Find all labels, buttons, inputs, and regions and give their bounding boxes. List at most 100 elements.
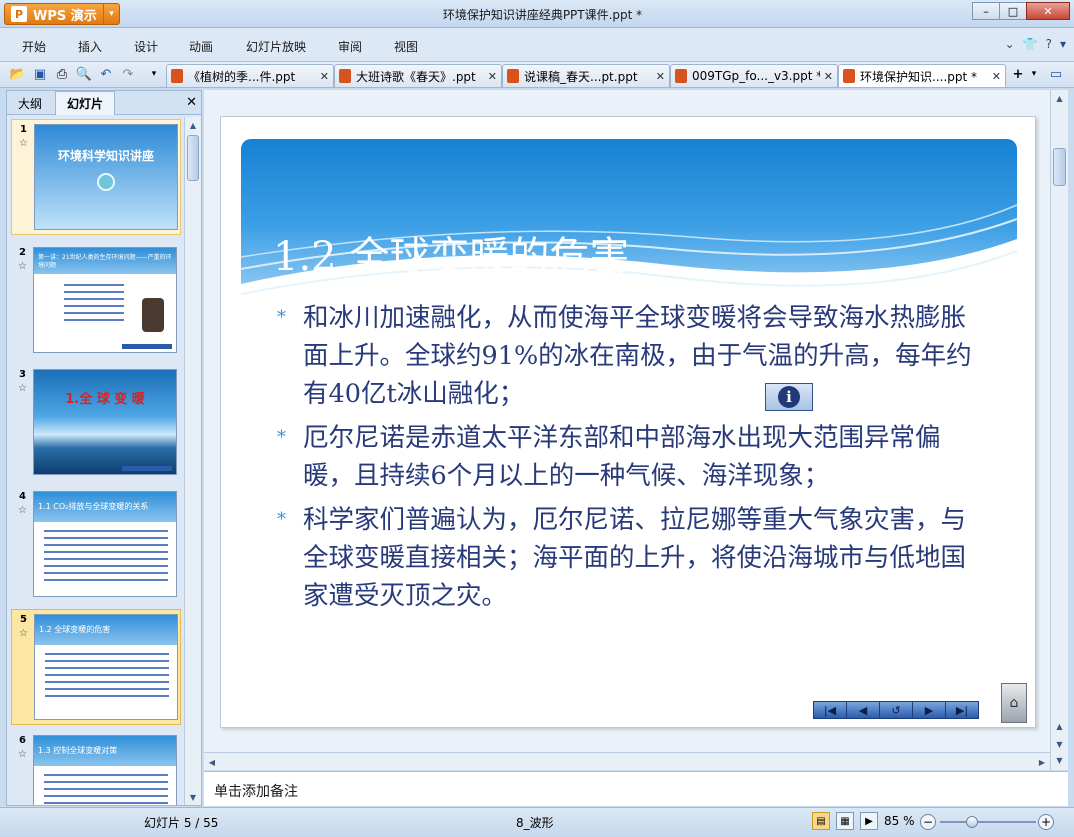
skin-icon[interactable]: 👕 — [1023, 37, 1038, 51]
new-tab-icon[interactable]: + — [1010, 66, 1026, 82]
menu-review[interactable]: 审阅 — [338, 38, 362, 55]
return-icon[interactable]: ↺ — [879, 701, 913, 719]
normal-view-icon[interactable]: ▤ — [812, 812, 830, 830]
slide-preview-nav — [122, 466, 172, 471]
animation-star-icon: ☆ — [18, 505, 27, 516]
next-slide-icon[interactable]: ▶ — [912, 701, 946, 719]
tab-outline[interactable]: 大纲 — [7, 91, 53, 115]
slide-preview-lines — [44, 530, 168, 586]
slide-sorter-icon[interactable]: ▦ — [836, 812, 854, 830]
slide-thumb-6[interactable]: 6 ☆ 1.3 控制全球变暖对策 — [11, 731, 181, 805]
zoom-in-icon[interactable]: + — [1038, 814, 1054, 830]
slide-preview-lines — [44, 774, 168, 805]
horizontal-scrollbar[interactable]: ◀ ▶ — [204, 752, 1050, 770]
collapse-ribbon-icon[interactable]: ⌄ — [1005, 37, 1015, 51]
slide-number: 6 — [19, 735, 26, 746]
info-button[interactable]: i — [765, 383, 813, 411]
slide-canvas: 1.2 全球变暖的危害 * 和冰川加速融化，从而使海平全球变暖将会导致海水热膨胀… — [204, 90, 1050, 770]
slide[interactable]: 1.2 全球变暖的危害 * 和冰川加速融化，从而使海平全球变暖将会导致海水热膨胀… — [220, 116, 1036, 728]
minimize-button[interactable]: – — [972, 2, 1000, 20]
slide-preview-title: 第一讲：21世纪人类的生存环境问题——严重的环境问题 — [38, 254, 172, 269]
window-layout-icon[interactable]: ▭ — [1048, 66, 1064, 82]
doc-tab-2[interactable]: 大班诗歌《春天》.ppt ✕ — [334, 64, 502, 87]
slide-preview: 1.3 控制全球变暖对策 — [33, 735, 177, 805]
animation-star-icon: ☆ — [19, 138, 28, 149]
slide-thumb-3[interactable]: 3 ☆ 1.全 球 变 暖 — [11, 365, 181, 481]
save-icon[interactable]: ▣ — [32, 66, 48, 82]
open-folder-icon[interactable]: 📂 — [10, 66, 26, 82]
zoom-slider-knob[interactable] — [965, 816, 978, 828]
scroll-right-icon[interactable]: ▶ — [1034, 754, 1050, 770]
bullet-list[interactable]: * 和冰川加速融化，从而使海平全球变暖将会导致海水热膨胀面上升。全球约91%的冰… — [277, 299, 983, 621]
window-title: 环境保护知识讲座经典PPT课件.ppt * — [442, 8, 643, 22]
close-tab-icon[interactable]: ✕ — [992, 70, 1001, 83]
help-icon[interactable]: ? — [1046, 37, 1052, 51]
menu-slideshow[interactable]: 幻灯片放映 — [246, 38, 306, 55]
slide-thumb-2[interactable]: 2 ☆ 第一讲：21世纪人类的生存环境问题——严重的环境问题 — [11, 243, 181, 359]
next-slide-arrow-icon[interactable]: ▼ — [1051, 736, 1068, 752]
scroll-thumb[interactable] — [187, 135, 199, 181]
chevron-down-icon[interactable]: ▾ — [1060, 37, 1066, 51]
close-tab-icon[interactable]: ✕ — [824, 70, 833, 83]
bullet-item: * 厄尔尼诺是赤道太平洋东部和中部海水出现大范围异常偏暖，且持续6个月以上的一种… — [277, 419, 983, 495]
tab-list-icon[interactable]: ▾ — [1026, 66, 1042, 82]
doc-tab-5[interactable]: 环境保护知识....ppt * ✕ — [838, 64, 1006, 87]
menu-animation[interactable]: 动画 — [189, 38, 213, 55]
doc-tab-label: 说课稿_春天...pt.ppt — [524, 69, 638, 84]
doc-tab-3[interactable]: 说课稿_春天...pt.ppt ✕ — [502, 64, 670, 87]
zoom-slider[interactable] — [940, 821, 1036, 823]
slide-thumb-5[interactable]: 5 ☆ 1.2 全球变暖的危害 — [11, 609, 181, 725]
redo-icon[interactable]: ↷ — [120, 66, 136, 82]
scroll-thumb[interactable] — [1053, 148, 1066, 186]
scroll-down-icon[interactable]: ▼ — [185, 789, 201, 805]
prev-slide-arrow-icon[interactable]: ▲ — [1051, 718, 1068, 734]
animation-star-icon: ☆ — [19, 628, 28, 639]
previous-slide-icon[interactable]: ◀ — [846, 701, 880, 719]
zoom-level: 85 % — [884, 814, 915, 828]
customize-toolbar-icon[interactable]: ▾ — [146, 66, 162, 82]
menu-home[interactable]: 开始 — [22, 38, 46, 55]
slide-number: 3 — [19, 369, 26, 380]
home-icon[interactable]: ⌂ — [1001, 683, 1027, 723]
last-slide-icon[interactable]: ▶| — [945, 701, 979, 719]
menu-insert[interactable]: 插入 — [78, 38, 102, 55]
undo-icon[interactable]: ↶ — [98, 66, 114, 82]
maximize-button[interactable]: □ — [999, 2, 1027, 20]
vertical-scrollbar[interactable]: ▲ ▲ ▼ ▼ — [1050, 90, 1068, 770]
close-tab-icon[interactable]: ✕ — [656, 70, 665, 83]
menu-view[interactable]: 视图 — [394, 38, 418, 55]
slide-thumb-4[interactable]: 4 ☆ 1.1 CO₂排放与全球变暖的关系 — [11, 487, 181, 603]
slide-number: 2 — [19, 247, 26, 258]
close-icon[interactable]: ✕ — [186, 95, 197, 110]
doc-tab-4[interactable]: 009TGp_fo..._v3.ppt * ✕ — [670, 64, 838, 87]
slideshow-icon[interactable]: ▶ — [860, 812, 878, 830]
close-tab-icon[interactable]: ✕ — [320, 70, 329, 83]
panel-scrollbar[interactable]: ▲ ▼ — [184, 117, 201, 805]
scroll-left-icon[interactable]: ◀ — [204, 754, 220, 770]
character-image — [142, 298, 164, 332]
bullet-text: 厄尔尼诺是赤道太平洋东部和中部海水出现大范围异常偏暖，且持续6个月以上的一种气候… — [303, 423, 941, 491]
scroll-up-icon[interactable]: ▲ — [185, 117, 201, 133]
doc-tab-1[interactable]: 《植树的季...件.ppt ✕ — [166, 64, 334, 87]
print-preview-icon[interactable]: 🔍 — [76, 66, 92, 82]
zoom-out-icon[interactable]: − — [920, 814, 936, 830]
slide-preview: 第一讲：21世纪人类的生存环境问题——严重的环境问题 — [33, 247, 177, 353]
scroll-up-icon[interactable]: ▲ — [1051, 90, 1068, 106]
slide-title[interactable]: 1.2 全球变暖的危害 — [273, 224, 629, 282]
close-button[interactable]: ✕ — [1026, 2, 1070, 20]
slide-thumb-1[interactable]: 1 ☆ 环境科学知识讲座 — [11, 119, 181, 235]
animation-star-icon: ☆ — [18, 383, 27, 394]
status-bar: 幻灯片 5 / 55 8_波形 ▤ ▦ ▶ 85 % − + — [0, 807, 1074, 837]
print-icon[interactable]: ⎙ — [54, 66, 70, 82]
slide-number: 4 — [19, 491, 26, 502]
animation-star-icon: ☆ — [18, 749, 27, 760]
tab-slides[interactable]: 幻灯片 — [55, 91, 115, 115]
close-tab-icon[interactable]: ✕ — [488, 70, 497, 83]
notes-pane[interactable]: 单击添加备注 — [204, 771, 1068, 806]
title-bar: P WPS 演示 ▾ 环境保护知识讲座经典PPT课件.ppt * – □ ✕ — [0, 0, 1074, 28]
scroll-down-icon[interactable]: ▼ — [1051, 752, 1068, 768]
first-slide-icon[interactable]: |◀ — [813, 701, 847, 719]
thumbnail-list: 1 ☆ 环境科学知识讲座 2 ☆ 第一讲：21世纪人类的生存环境问题——严重的环… — [7, 117, 183, 805]
notes-placeholder: 单击添加备注 — [214, 784, 298, 800]
menu-design[interactable]: 设计 — [134, 38, 158, 55]
